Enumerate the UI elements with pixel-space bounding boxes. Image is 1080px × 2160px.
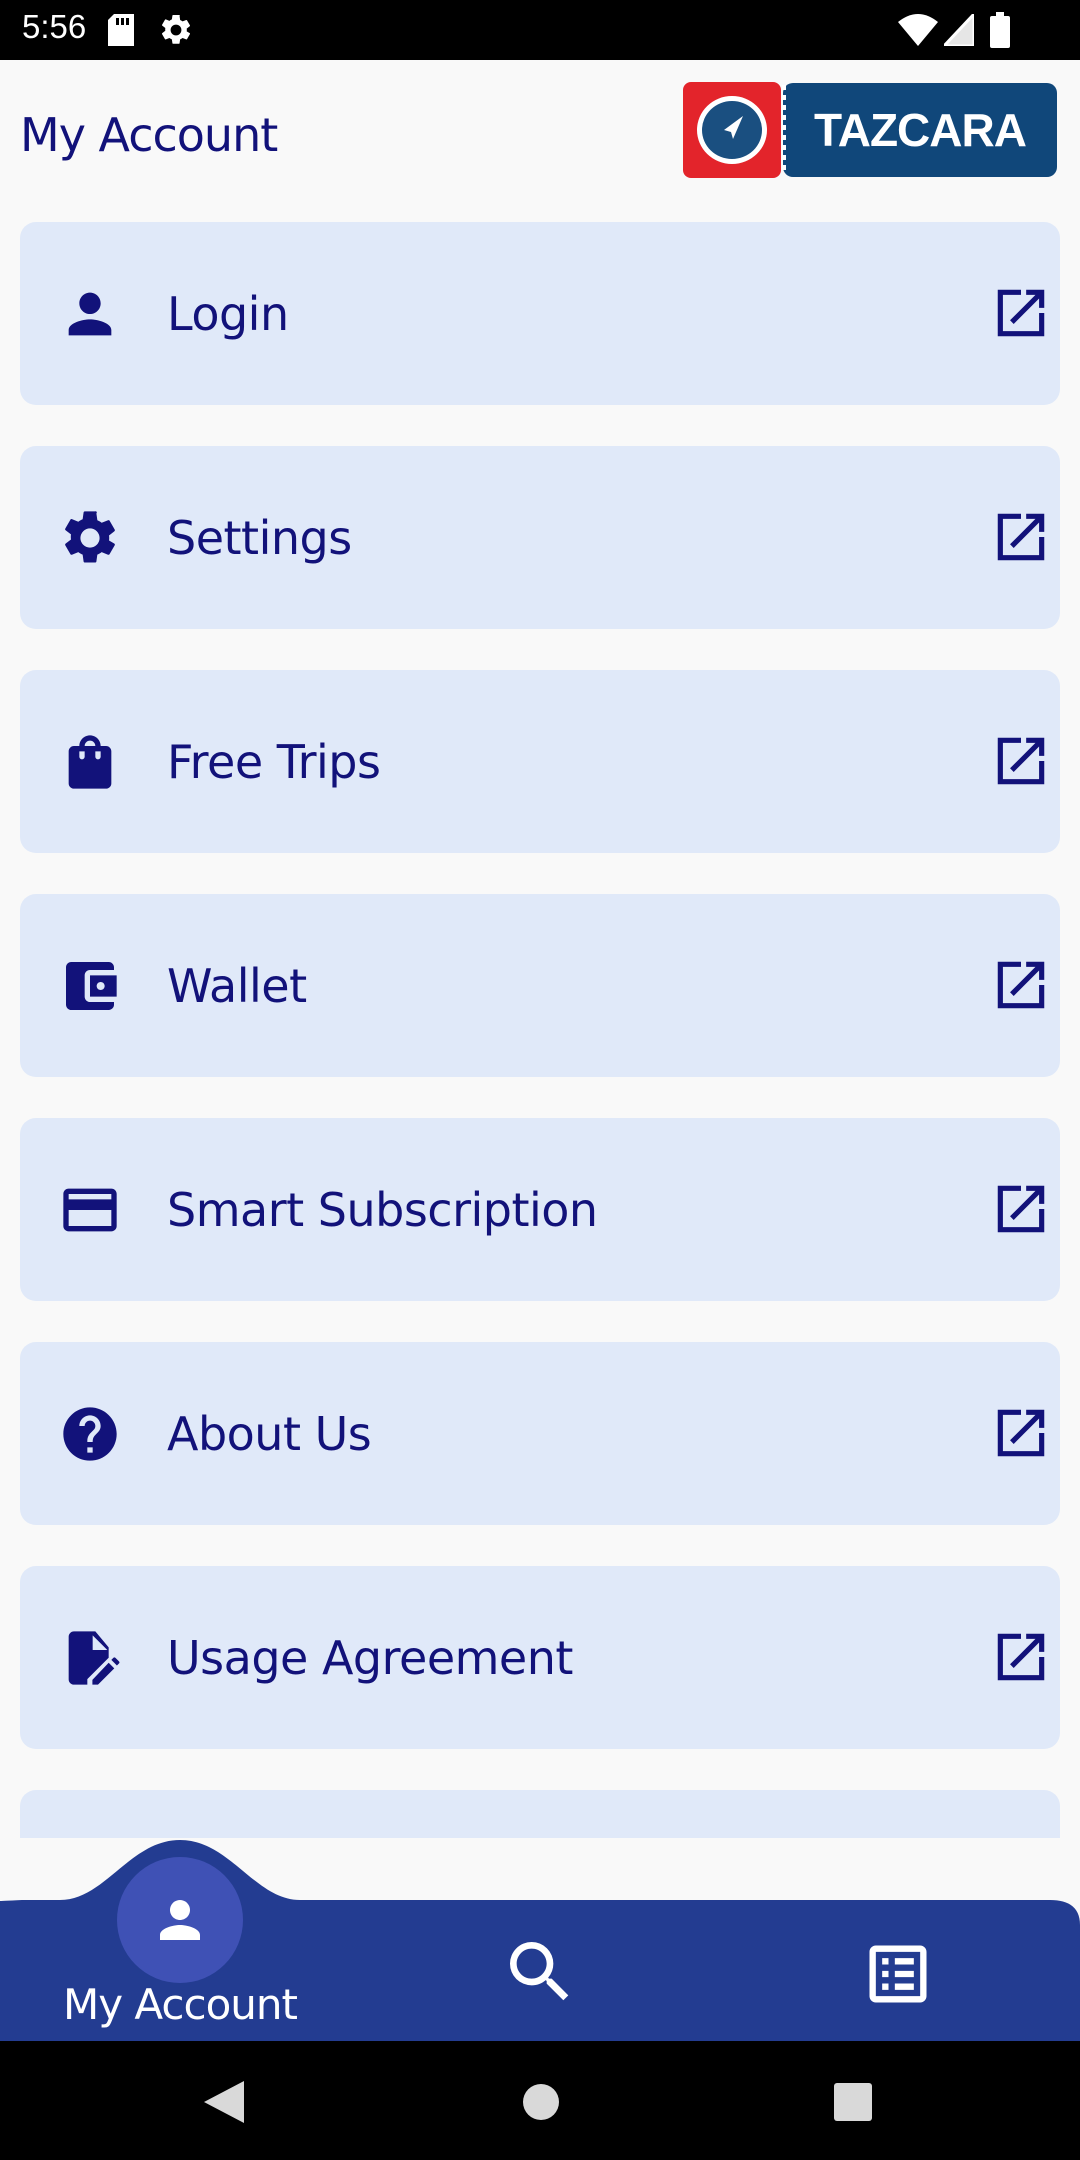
page-title: My Account <box>20 108 278 162</box>
signal-icon <box>944 14 974 46</box>
menu-list[interactable]: Login Settings Free Trips Wallet Smart S… <box>20 222 1060 1838</box>
menu-item-about-us[interactable]: About Us <box>20 1342 1060 1525</box>
menu-item-label: Usage Agreement <box>167 1631 573 1685</box>
tazcara-logo: TAZCARA <box>683 82 1057 178</box>
status-time: 5:56 <box>22 8 87 45</box>
home-icon[interactable] <box>522 2083 560 2121</box>
logo-badge <box>683 82 781 178</box>
open-in-new-icon[interactable] <box>990 1626 1052 1688</box>
menu-item-usage-agreement[interactable]: Usage Agreement <box>20 1566 1060 1749</box>
open-in-new-icon[interactable] <box>990 282 1052 344</box>
wifi-icon <box>898 14 938 46</box>
navigation-arrow-icon <box>724 116 743 139</box>
menu-item-login[interactable]: Login <box>20 222 1060 405</box>
bottom-nav: My Account <box>0 1840 1080 2041</box>
open-in-new-icon[interactable] <box>990 1402 1052 1464</box>
help-circle-icon <box>63 1407 117 1461</box>
recents-icon[interactable] <box>834 2083 872 2121</box>
open-in-new-icon[interactable] <box>990 506 1052 568</box>
menu-item-label: Wallet <box>167 959 307 1013</box>
menu-item-label: Smart Subscription <box>167 1183 598 1237</box>
edit-document-icon <box>68 1631 120 1685</box>
nav-active-label[interactable]: My Account <box>40 1980 320 2029</box>
menu-item-label: Free Trips <box>167 735 381 789</box>
logo-text: TAZCARA <box>814 104 1027 156</box>
account-icon <box>160 1900 200 1940</box>
menu-item-wallet[interactable]: Wallet <box>20 894 1060 1077</box>
menu-item-label: Settings <box>167 511 352 565</box>
wallet-icon <box>66 962 117 1010</box>
list-icon[interactable] <box>860 1936 936 2012</box>
open-in-new-icon[interactable] <box>990 730 1052 792</box>
logo-circle <box>697 96 767 164</box>
gear-icon <box>65 511 115 563</box>
sd-card-icon <box>108 14 134 46</box>
open-in-new-icon[interactable] <box>990 1178 1052 1240</box>
menu-item-partial[interactable] <box>20 1790 1060 1838</box>
menu-item-label: About Us <box>167 1407 372 1461</box>
credit-card-icon <box>63 1188 117 1232</box>
nav-item-my-account[interactable] <box>117 1857 243 1983</box>
back-icon[interactable] <box>204 2081 244 2123</box>
search-icon[interactable] <box>500 1932 580 2012</box>
open-in-new-icon[interactable] <box>990 954 1052 1016</box>
logo-wordmark: TAZCARA <box>783 83 1057 177</box>
person-icon <box>68 292 112 336</box>
battery-icon <box>990 12 1010 48</box>
menu-item-label: Login <box>167 287 289 341</box>
menu-item-settings[interactable]: Settings <box>20 446 1060 629</box>
settings-gear-icon <box>161 14 191 44</box>
shopping-bag-icon <box>68 735 112 789</box>
logo-perforation <box>782 85 786 175</box>
status-bar: 5:56 <box>0 0 1080 60</box>
menu-item-smart-subscription[interactable]: Smart Subscription <box>20 1118 1060 1301</box>
system-navigation-bar <box>0 2041 1080 2160</box>
menu-item-free-trips[interactable]: Free Trips <box>20 670 1060 853</box>
